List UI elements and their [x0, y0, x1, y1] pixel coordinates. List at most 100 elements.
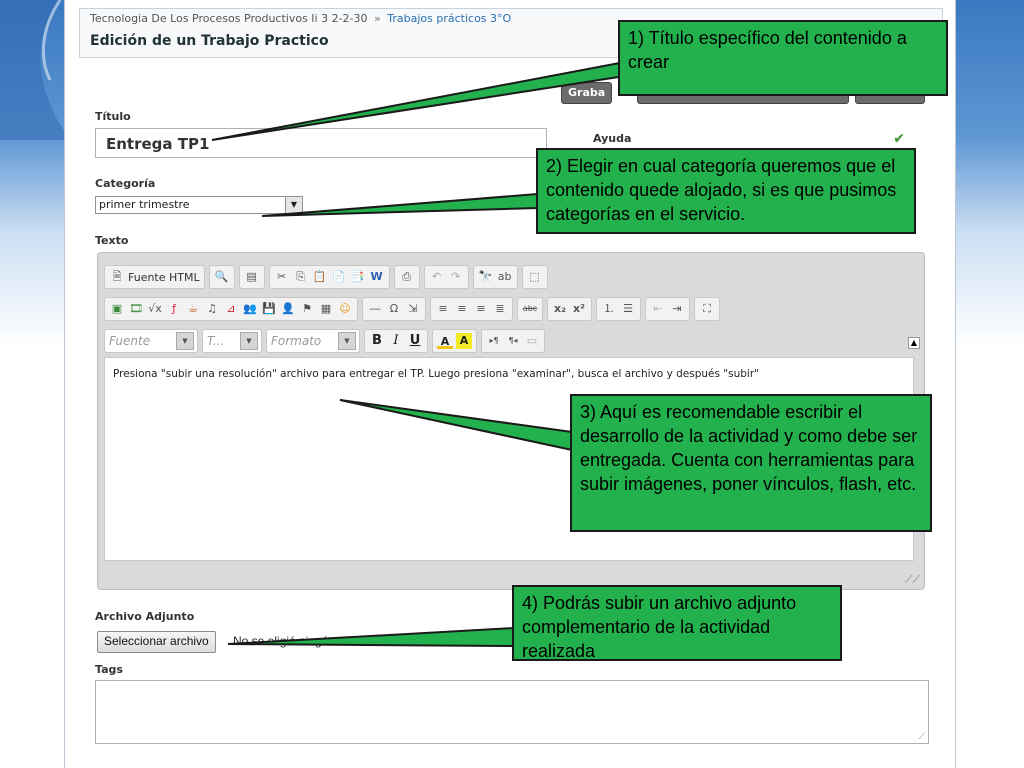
category-select[interactable]: primer trimestre ▼: [95, 196, 303, 214]
text-color-icon[interactable]: A: [437, 334, 453, 349]
callout-1: 1) Título específico del contenido a cre…: [618, 20, 948, 96]
breadcrumb-section-link[interactable]: Trabajos prácticos 3°O: [387, 12, 511, 25]
music-icon[interactable]: ♫: [204, 301, 220, 317]
paste-word-icon[interactable]: W: [369, 269, 385, 285]
file-select-button[interactable]: Seleccionar archivo: [97, 631, 216, 653]
paste-icon[interactable]: 📋: [312, 269, 328, 285]
editor-toolbar-row-1: 🗎 Fuente HTML 🔍 ▤ ✂ ⎘ 📋 📄 📑 W ⎙ ↶ ↷ 🔭 ab…: [104, 265, 548, 289]
preview-group: 🔍: [208, 265, 235, 289]
bold-button[interactable]: B: [369, 333, 385, 349]
underline-button[interactable]: U: [407, 333, 423, 349]
subscript-icon[interactable]: x₂: [552, 301, 568, 317]
chevron-down-icon: ▼: [338, 332, 356, 350]
indent-group: ⇤ ⇥: [645, 297, 690, 321]
flag-icon[interactable]: ⚑: [299, 301, 315, 317]
script-group: x₂ x²: [547, 297, 592, 321]
help-label: Ayuda: [593, 132, 632, 145]
collapse-toolbar-button[interactable]: ▲: [908, 337, 920, 349]
strikethrough-icon[interactable]: abc: [522, 301, 538, 317]
title-input[interactable]: Entrega TP1: [95, 128, 547, 158]
java-icon[interactable]: ☕: [185, 301, 201, 317]
format-combo-label: Formato: [271, 334, 322, 348]
paste-text-icon[interactable]: 📄: [331, 269, 347, 285]
breadcrumb-course[interactable]: Tecnologia De Los Procesos Productivos I…: [90, 12, 368, 25]
disk-icon[interactable]: 💾: [261, 301, 277, 317]
document-icon: 🗎: [112, 270, 122, 283]
breadcrumb-separator: »: [374, 12, 381, 25]
source-html-label: Fuente HTML: [128, 270, 200, 284]
list-group: ⒈ ☰: [596, 297, 641, 321]
tags-textarea[interactable]: ⟋: [95, 680, 929, 744]
callout-3: 3) Aquí es recomendable escribir el desa…: [570, 394, 932, 532]
print-icon[interactable]: ⎙: [399, 269, 415, 285]
resize-grip-icon[interactable]: ⟋⟋: [905, 573, 920, 587]
people-icon[interactable]: 👥: [242, 301, 258, 317]
superscript-icon[interactable]: x²: [571, 301, 587, 317]
font-combo-label: Fuente: [109, 334, 151, 348]
title-label: Título: [95, 110, 131, 123]
font-combo[interactable]: Fuente ▼: [104, 329, 198, 353]
smiley-icon[interactable]: ☺: [337, 301, 353, 317]
chevron-down-icon: ▼: [285, 197, 302, 213]
about-icon[interactable]: ▭: [524, 333, 540, 349]
strike-group: abc: [517, 297, 543, 321]
copy-icon[interactable]: ⎘: [293, 269, 309, 285]
rtl-icon[interactable]: ¶◂: [505, 333, 521, 349]
save-button[interactable]: Graba: [561, 82, 613, 104]
undo-icon[interactable]: ↶: [429, 269, 445, 285]
help-panel-header[interactable]: Ayuda ✔: [583, 128, 913, 150]
category-label: Categoría: [95, 177, 156, 190]
image-icon[interactable]: ▣: [109, 301, 125, 317]
numbered-list-icon[interactable]: ⒈: [601, 301, 617, 317]
callout-2: 2) Elegir en cual categoría queremos que…: [536, 148, 916, 234]
ltr-icon[interactable]: ▸¶: [486, 333, 502, 349]
bg-color-icon[interactable]: A: [456, 333, 472, 349]
callout-4: 4) Podrás subir un archivo adjunto compl…: [512, 585, 842, 661]
color-group: A A: [432, 329, 477, 353]
breadcrumb: Tecnologia De Los Procesos Productivos I…: [90, 12, 511, 25]
film-icon[interactable]: 🎞: [128, 301, 144, 317]
page-break-icon[interactable]: ⇲: [405, 301, 421, 317]
templates-icon[interactable]: ▤: [244, 269, 260, 285]
find-icon[interactable]: 🔭: [478, 269, 494, 285]
preview-icon[interactable]: 🔍: [214, 269, 230, 285]
special-group: ― Ω ⇲: [362, 297, 426, 321]
outdent-icon[interactable]: ⇤: [650, 301, 666, 317]
horizontal-rule-icon[interactable]: ―: [367, 301, 383, 317]
check-icon: ✔: [893, 131, 905, 147]
file-status-text: No se eligió ningún archivo: [233, 634, 378, 648]
indent-icon[interactable]: ⇥: [669, 301, 685, 317]
pdf-icon[interactable]: ⊿: [223, 301, 239, 317]
table-icon[interactable]: ▦: [318, 301, 334, 317]
align-justify-icon[interactable]: ≣: [492, 301, 508, 317]
align-center-icon[interactable]: ≡: [454, 301, 470, 317]
insert-group: ▣ 🎞 √x ƒ ☕ ♫ ⊿ 👥 💾 👤 ⚑ ▦ ☺: [104, 297, 358, 321]
align-right-icon[interactable]: ≡: [473, 301, 489, 317]
italic-button[interactable]: I: [388, 333, 404, 349]
select-all-group: ⬚: [521, 265, 548, 289]
cut-icon[interactable]: ✂: [274, 269, 290, 285]
group-icon[interactable]: 👤: [280, 301, 296, 317]
bulleted-list-icon[interactable]: ☰: [620, 301, 636, 317]
source-html-button[interactable]: 🗎 Fuente HTML: [104, 265, 205, 289]
clipboard-group: ✂ ⎘ 📋 📄 📑 W: [268, 265, 390, 289]
replace-icon[interactable]: ab: [497, 269, 513, 285]
editor-toolbar-row-3: Fuente ▼ T... ▼ Formato ▼ B I U A A ▸¶ ¶…: [104, 329, 545, 353]
maximize-icon[interactable]: ⛶: [699, 301, 715, 317]
size-combo[interactable]: T... ▼: [202, 329, 262, 353]
editor-toolbar-row-2: ▣ 🎞 √x ƒ ☕ ♫ ⊿ 👥 💾 👤 ⚑ ▦ ☺ ― Ω ⇲ ≡ ≡ ≡ ≣…: [104, 297, 720, 321]
flash-icon[interactable]: ƒ: [166, 301, 182, 317]
page-title: Edición de un Trabajo Practico: [90, 33, 329, 49]
math-icon[interactable]: √x: [147, 301, 163, 317]
format-combo[interactable]: Formato ▼: [266, 329, 360, 353]
resize-grip-icon[interactable]: ⟋: [919, 732, 925, 742]
select-all-icon[interactable]: ⬚: [527, 269, 543, 285]
maximize-group: ⛶: [694, 297, 720, 321]
category-value: primer trimestre: [99, 198, 190, 211]
paste-special-icon[interactable]: 📑: [350, 269, 366, 285]
redo-icon[interactable]: ↷: [448, 269, 464, 285]
tags-label: Tags: [95, 663, 123, 676]
align-left-icon[interactable]: ≡: [435, 301, 451, 317]
omega-icon[interactable]: Ω: [386, 301, 402, 317]
size-combo-label: T...: [207, 334, 225, 348]
